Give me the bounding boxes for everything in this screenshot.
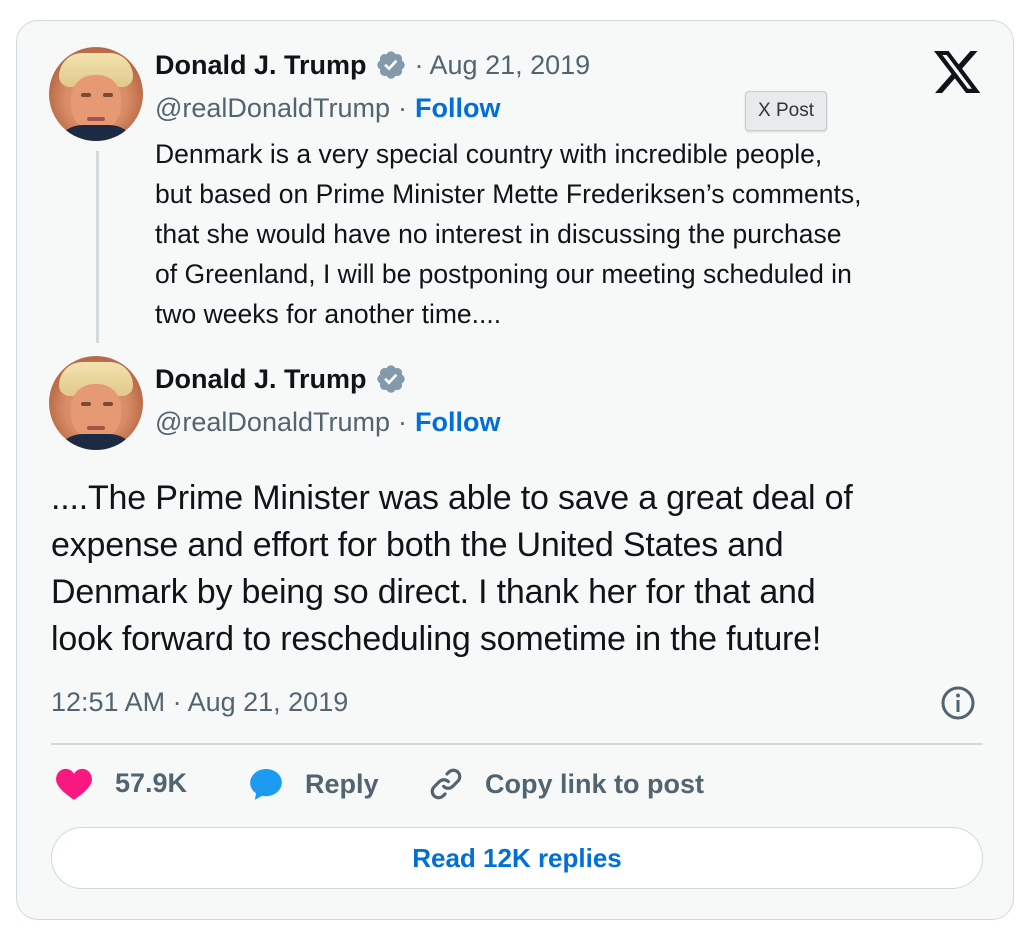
quoted-header-row: Donald J. Trump · Aug 21, 2019 <box>155 49 590 81</box>
reply-bubble-icon <box>250 768 282 800</box>
tweet-text-line: two weeks for another time.... <box>155 299 502 329</box>
divider <box>51 743 983 745</box>
main-header-row: Donald J. Trump <box>155 363 407 395</box>
separator-dot: · <box>398 93 407 123</box>
tweet-text-line: that she would have no interest in discu… <box>155 219 842 249</box>
heart-icon <box>56 768 92 800</box>
author-name[interactable]: Donald J. Trump <box>155 50 367 81</box>
verified-badge-icon <box>376 365 405 393</box>
x-logo-icon[interactable] <box>934 51 982 95</box>
tweet-text-line: ....The Prime Minister was able to save … <box>51 479 853 517</box>
reply-label: Reply <box>305 768 379 799</box>
reply-action[interactable]: Reply <box>247 765 379 803</box>
read-replies-label: Read 12K replies <box>412 842 622 873</box>
author-handle[interactable]: @realDonaldTrump <box>155 93 390 124</box>
follow-button[interactable]: Follow <box>415 93 500 124</box>
author-avatar[interactable] <box>49 47 143 141</box>
main-handle-row: @realDonaldTrump · Follow <box>155 407 500 438</box>
tweet-embed-card: Donald J. Trump · Aug 21, 2019 @realDona… <box>16 20 1014 920</box>
author-handle[interactable]: @realDonaldTrump <box>155 407 390 438</box>
quoted-tweet-text: Denmark is a very special country with i… <box>155 134 985 334</box>
like-action[interactable]: 57.9K <box>55 765 187 801</box>
follow-button[interactable]: Follow <box>415 407 500 438</box>
link-icon <box>430 768 462 800</box>
copy-link-action[interactable]: Copy link to post <box>427 765 704 803</box>
copy-link-label: Copy link to post <box>485 768 704 799</box>
x-post-tooltip: X Post <box>745 91 827 131</box>
tweet-text-line: but based on Prime Minister Mette Freder… <box>155 179 862 209</box>
like-count: 57.9K <box>115 767 188 798</box>
author-avatar[interactable] <box>49 356 143 450</box>
tweet-text-line: expense and effort for both the United S… <box>51 526 784 564</box>
tweet-text-line: Denmark by being so direct. I thank her … <box>51 573 816 611</box>
tweet-text-line: Denmark is a very special country with i… <box>155 139 823 169</box>
tweet-text-line: look forward to rescheduling sometime in… <box>51 620 822 658</box>
tweet-timestamp[interactable]: 12:51 AM · Aug 21, 2019 <box>51 687 348 718</box>
verified-badge-icon <box>376 51 405 79</box>
separator-dot: · <box>398 407 407 437</box>
tweet-text-line: of Greenland, I will be postponing our m… <box>155 259 852 289</box>
info-icon[interactable] <box>940 685 976 721</box>
read-replies-button[interactable]: Read 12K replies <box>51 827 983 889</box>
main-tweet-text: ....The Prime Minister was able to save … <box>51 475 991 663</box>
tweet-date[interactable]: · Aug 21, 2019 <box>415 50 591 81</box>
author-name[interactable]: Donald J. Trump <box>155 364 367 395</box>
quoted-handle-row: @realDonaldTrump · Follow <box>155 93 500 124</box>
thread-connector-line <box>96 151 99 343</box>
